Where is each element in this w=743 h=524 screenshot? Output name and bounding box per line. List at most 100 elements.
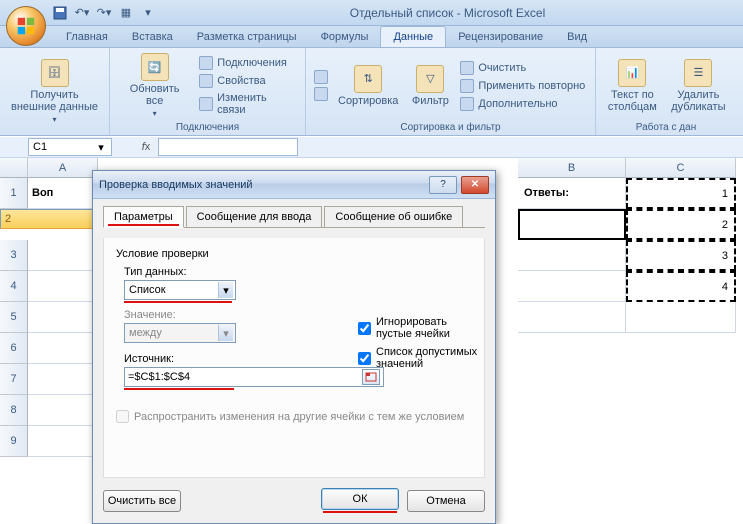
data-operator-select: между ▾ (124, 323, 236, 343)
grid-cell[interactable] (626, 302, 736, 333)
grid-cell[interactable] (28, 271, 98, 302)
save-icon[interactable] (52, 5, 68, 21)
grid-icon[interactable]: ▦ (118, 5, 134, 21)
grid-cell[interactable] (28, 240, 98, 271)
advanced-icon (460, 97, 474, 111)
cell-c4[interactable]: 4 (626, 271, 736, 302)
chevron-down-icon: ▾ (218, 325, 233, 341)
clear-all-button[interactable]: Очистить все (103, 490, 181, 512)
fx-cancel-icon[interactable] (118, 139, 134, 155)
allow-type-select[interactable]: Список ▾ (124, 280, 236, 300)
cell-c2[interactable]: 2 (626, 209, 736, 240)
row-header[interactable]: 3 (0, 240, 28, 271)
cell-b2[interactable] (518, 209, 626, 240)
dialog-title: Проверка вводимых значений (99, 179, 429, 191)
tab-error-alert[interactable]: Сообщение об ошибке (324, 206, 463, 228)
data-validation-dialog: Проверка вводимых значений ? ✕ Параметры… (92, 170, 496, 524)
dedup-icon: ☰ (684, 59, 712, 87)
connections-button[interactable]: Подключения (197, 55, 299, 71)
chevron-down-icon[interactable]: ▾ (95, 141, 107, 153)
row-header[interactable]: 1 (0, 178, 28, 209)
clear-filter-button[interactable]: Очистить (458, 60, 587, 76)
edit-links-button[interactable]: Изменить связи (197, 91, 299, 117)
grid-cell[interactable] (28, 426, 98, 457)
col-header-a[interactable]: A (28, 158, 98, 178)
col-header-b[interactable]: B (518, 158, 626, 178)
grid-cell[interactable] (518, 240, 626, 271)
sort-za-button[interactable] (312, 86, 330, 102)
cancel-button[interactable]: Отмена (407, 490, 485, 512)
tab-review[interactable]: Рецензирование (446, 27, 555, 47)
properties-button[interactable]: Свойства (197, 73, 299, 89)
reapply-icon (460, 79, 474, 93)
row-header[interactable]: 5 (0, 302, 28, 333)
ribbon: 🗄 Получить внешние данные▾ 🔄 Обновить вс… (0, 48, 743, 136)
ribbon-tabs: Главная Вставка Разметка страницы Формул… (0, 26, 743, 48)
row-header[interactable]: 9 (0, 426, 28, 457)
cell-c3[interactable]: 3 (626, 240, 736, 271)
name-box-bar: C1 ▾ fx (0, 136, 743, 158)
filter-button[interactable]: ▽Фильтр (406, 51, 454, 120)
get-external-data-button[interactable]: 🗄 Получить внешние данные▾ (6, 51, 103, 131)
tab-insert[interactable]: Вставка (120, 27, 185, 47)
tab-layout[interactable]: Разметка страницы (185, 27, 309, 47)
properties-icon (199, 74, 213, 88)
row-header[interactable]: 7 (0, 364, 28, 395)
fx-icon[interactable]: fx (138, 139, 154, 155)
tab-input-message[interactable]: Сообщение для ввода (186, 206, 323, 228)
type-label: Тип данных: (124, 266, 474, 278)
tab-data[interactable]: Данные (380, 26, 446, 47)
advanced-filter-button[interactable]: Дополнительно (458, 96, 587, 112)
ignore-blank-checkbox[interactable]: Игнорировать пустые ячейки (358, 316, 484, 340)
refresh-icon: 🔄 (141, 53, 169, 81)
formula-bar[interactable] (158, 138, 298, 156)
window-title: Отдельный список - Microsoft Excel (156, 6, 739, 20)
database-icon: 🗄 (41, 59, 69, 87)
grid-cell[interactable] (518, 271, 626, 302)
qat-dropdown-icon[interactable]: ▾ (140, 5, 156, 21)
help-button[interactable]: ? (429, 176, 457, 194)
group-connections-label: Подключения (116, 120, 299, 133)
text-cols-icon: 📊 (618, 59, 646, 87)
row-header[interactable]: 4 (0, 271, 28, 302)
ok-button[interactable]: ОК (321, 488, 399, 510)
title-bar: ↶▾ ↷▾ ▦ ▾ Отдельный список - Microsoft E… (0, 0, 743, 26)
col-header-c[interactable]: C (626, 158, 736, 178)
remove-duplicates-button[interactable]: ☰Удалить дубликаты (667, 51, 730, 120)
tab-parameters[interactable]: Параметры (103, 206, 184, 228)
tab-home[interactable]: Главная (54, 27, 120, 47)
refresh-all-button[interactable]: 🔄 Обновить все▾ (116, 51, 193, 120)
range-picker-icon[interactable] (362, 369, 380, 385)
cell-c1[interactable]: 1 (626, 178, 736, 209)
tab-view[interactable]: Вид (555, 27, 599, 47)
row-header[interactable]: 8 (0, 395, 28, 426)
grid-cell[interactable] (28, 364, 98, 395)
chevron-down-icon[interactable]: ▾ (218, 282, 233, 298)
grid-cell[interactable] (28, 395, 98, 426)
condition-label: Условие проверки (116, 248, 474, 260)
grid-cell[interactable] (28, 333, 98, 364)
cell-a1[interactable]: Воп (28, 178, 98, 209)
clear-icon (460, 61, 474, 75)
sort-icon: ⇅ (354, 65, 382, 93)
grid-cell[interactable] (518, 302, 626, 333)
row-header[interactable]: 6 (0, 333, 28, 364)
redo-icon[interactable]: ↷▾ (96, 5, 112, 21)
select-all-corner[interactable] (0, 158, 28, 178)
sort-button[interactable]: ⇅Сортировка (334, 51, 402, 120)
sort-az-button[interactable] (312, 69, 330, 85)
reapply-button[interactable]: Применить повторно (458, 78, 587, 94)
source-input[interactable]: =$C$1:$C$4 (124, 367, 384, 387)
grid-cell[interactable] (28, 302, 98, 333)
close-button[interactable]: ✕ (461, 176, 489, 194)
office-button[interactable] (6, 6, 46, 46)
sort-za-icon (314, 87, 328, 101)
undo-icon[interactable]: ↶▾ (74, 5, 90, 21)
apply-changes-checkbox: Распространить изменения на другие ячейк… (116, 410, 474, 423)
cell-b1[interactable]: Ответы: (518, 178, 626, 209)
group-sort-label: Сортировка и фильтр (312, 120, 589, 133)
dialog-titlebar[interactable]: Проверка вводимых значений ? ✕ (93, 171, 495, 199)
name-box[interactable]: C1 ▾ (28, 138, 112, 156)
tab-formulas[interactable]: Формулы (309, 27, 381, 47)
text-to-columns-button[interactable]: 📊Текст по столбцам (602, 51, 663, 120)
